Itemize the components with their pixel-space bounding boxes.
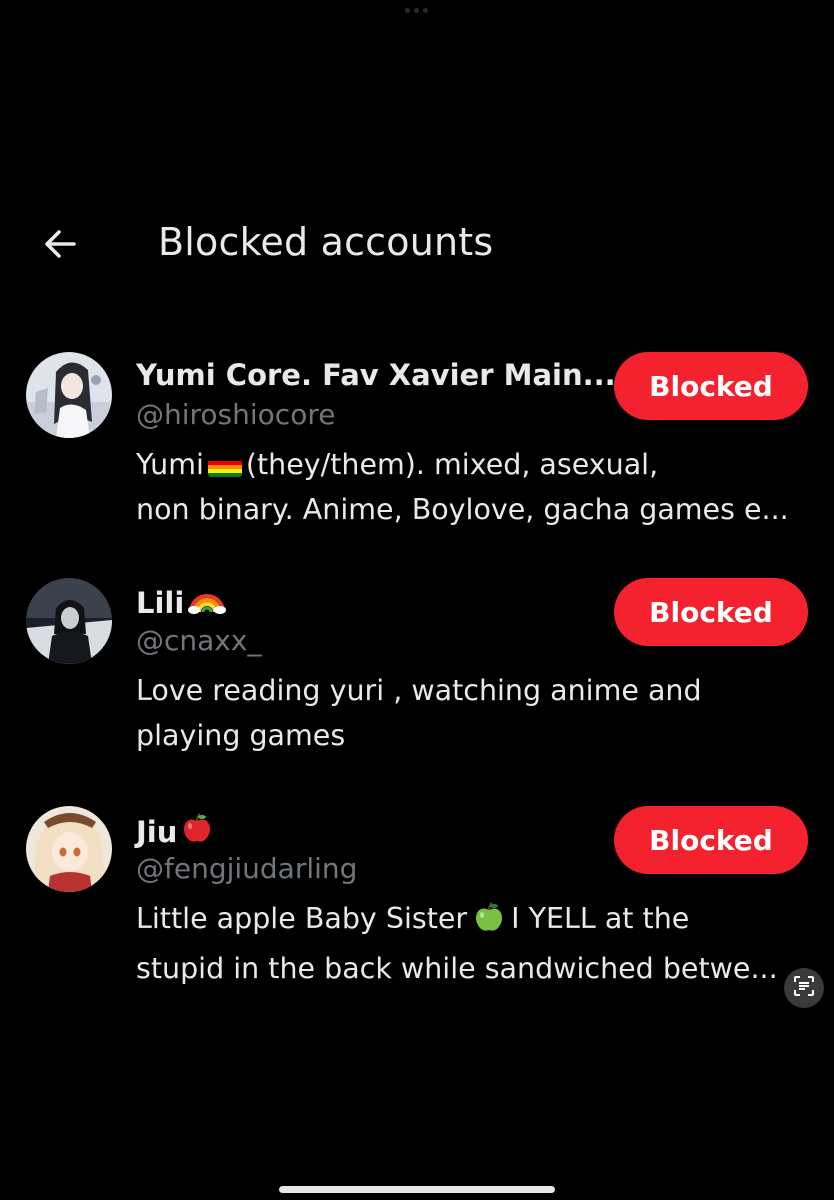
arrow-left-icon	[40, 224, 80, 268]
bio: Yumi (they/them). mixed, asexual, non bin…	[136, 442, 816, 532]
page-title: Blocked accounts	[158, 220, 494, 264]
display-name: Yumi Core. Fav Xavier Main...	[136, 358, 616, 392]
handle: @cnaxx_	[136, 624, 262, 657]
bio-line: stupid in the back while sandwiched betw…	[136, 952, 778, 985]
bio: Little apple Baby Sister I YELL at the st…	[136, 896, 816, 991]
display-name-text: Yumi Core. Fav Xavier Main...	[136, 358, 616, 392]
bio-line: Yumi (they/them). mixed, asexual,	[136, 442, 816, 487]
bio-line: playing games	[136, 719, 346, 752]
handle: @fengjiudarling	[136, 852, 358, 885]
bio-text: Yumi	[136, 448, 204, 481]
display-name: Lili	[136, 584, 227, 621]
blocked-button[interactable]: Blocked	[614, 806, 808, 874]
rainbow-icon	[188, 584, 227, 621]
back-button[interactable]	[38, 224, 82, 268]
list-item[interactable]: Jiu @fengjiudarling Little apple Baby Si…	[0, 804, 834, 1004]
scan-text-icon	[792, 974, 816, 1002]
display-name-text: Jiu	[136, 814, 178, 849]
rainbow-flag-icon	[207, 453, 242, 477]
handle: @hiroshiocore	[136, 398, 336, 431]
avatar[interactable]	[26, 352, 112, 438]
list-item[interactable]: Lili @cnaxx_ Love reading yuri , watchin…	[0, 576, 834, 776]
blocked-button[interactable]: Blocked	[614, 352, 808, 420]
red-apple-icon	[181, 812, 213, 851]
green-apple-icon	[473, 901, 505, 946]
header: Blocked accounts	[0, 210, 834, 280]
bio-line: Love reading yuri , watching anime and	[136, 674, 702, 707]
display-name-text: Lili	[136, 585, 185, 620]
avatar[interactable]	[26, 578, 112, 664]
display-name: Jiu	[136, 812, 213, 851]
list-item[interactable]: Yumi Core. Fav Xavier Main... @hiroshioc…	[0, 350, 834, 550]
bio-text: Little apple Baby Sister	[136, 902, 468, 935]
camera-notch-dots	[405, 8, 428, 13]
bio-line: Little apple Baby Sister I YELL at the	[136, 896, 816, 946]
home-indicator[interactable]	[279, 1186, 555, 1193]
bio-line: non binary. Anime, Boylove, gacha games …	[136, 493, 789, 526]
bio-text: (they/them). mixed, asexual,	[245, 448, 659, 481]
bio: Love reading yuri , watching anime and p…	[136, 668, 816, 758]
blocked-button[interactable]: Blocked	[614, 578, 808, 646]
avatar[interactable]	[26, 806, 112, 892]
text-scan-button[interactable]	[784, 968, 824, 1008]
bio-text: I YELL at the	[511, 902, 690, 935]
